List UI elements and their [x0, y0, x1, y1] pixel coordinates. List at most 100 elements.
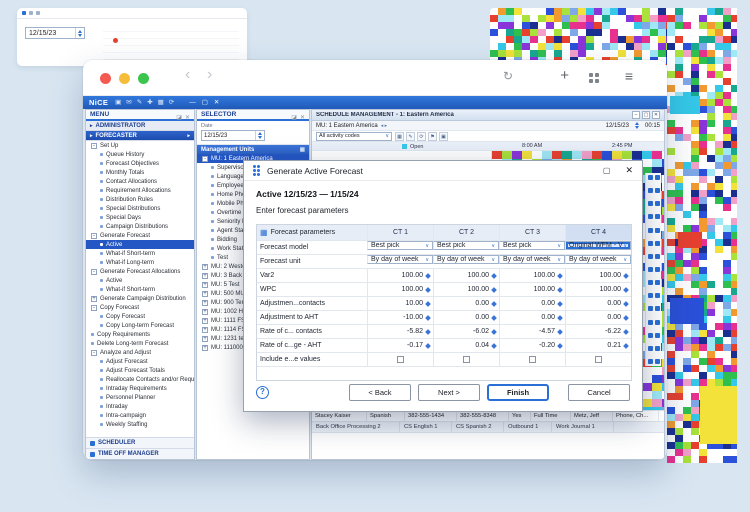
flag-icon[interactable]: ⚑ — [428, 132, 437, 141]
browser-back-button[interactable]: ‹ — [185, 66, 190, 84]
expand-icon[interactable]: + — [202, 300, 208, 306]
pin-icon[interactable]: ◪ — [291, 115, 297, 121]
expand-icon[interactable]: + — [202, 336, 208, 342]
list-icon[interactable]: ▣ — [439, 132, 448, 141]
menu-tree-item[interactable]: Copy Forecast — [86, 312, 194, 321]
number-cell[interactable]: 0.00 — [499, 297, 565, 310]
expand-icon[interactable]: + — [202, 318, 208, 324]
menu-tree-item[interactable]: Personnel Planner — [86, 393, 194, 402]
menu-tree-item[interactable]: What-if Long-term — [86, 258, 194, 267]
checkbox-cell[interactable] — [565, 353, 631, 366]
spinner-icon[interactable] — [623, 343, 629, 349]
spinner-icon[interactable] — [557, 343, 563, 349]
agent-cell[interactable]: Yes — [509, 411, 531, 421]
menu-tree-item[interactable]: Intraday — [86, 402, 194, 411]
spinner-icon[interactable] — [425, 301, 431, 307]
schedule-activity-icon[interactable] — [648, 254, 660, 259]
menu-tree-item[interactable]: What-if Short-term — [86, 249, 194, 258]
next-button[interactable]: Next > — [418, 384, 480, 401]
number-cell[interactable]: 100.00 — [565, 269, 631, 282]
number-cell[interactable]: 0.21 — [565, 339, 631, 352]
dropdown-cell[interactable]: Best pick∨ — [499, 241, 565, 250]
close-icon[interactable]: ✕ — [300, 115, 305, 121]
number-cell[interactable]: -10.00 — [367, 311, 433, 324]
expand-icon[interactable]: - — [91, 269, 97, 275]
minimize-traffic-light[interactable] — [119, 73, 130, 84]
close-icon[interactable]: ✕ — [185, 115, 190, 121]
menu-tree-item[interactable]: Distribution Rules — [86, 195, 194, 204]
app-close-icon[interactable]: ✕ — [214, 96, 219, 109]
dropdown-cell[interactable]: By day of week∨ — [433, 255, 499, 264]
spinner-icon[interactable] — [491, 329, 497, 335]
menu-tree-item[interactable]: +Generate Campaign Distribution — [86, 294, 194, 303]
schedule-activity-icon[interactable] — [648, 293, 660, 298]
menu-tree-item[interactable]: Requirement Allocations — [86, 186, 194, 195]
chevron-down-icon[interactable]: ∨ — [425, 257, 429, 263]
grid-view-icon[interactable]: ▦ — [395, 132, 404, 141]
menu-tree-item[interactable]: What-if Short-term — [86, 285, 194, 294]
date-spinner[interactable] — [255, 131, 264, 140]
dropdown-cell[interactable]: By day of week∨ — [565, 255, 631, 264]
number-cell[interactable]: 100.00 — [565, 283, 631, 296]
schedule-activity-icon[interactable] — [648, 306, 660, 311]
chevron-down-icon[interactable]: ∨ — [623, 243, 627, 249]
spinner-icon[interactable] — [557, 301, 563, 307]
expand-icon[interactable]: + — [202, 345, 208, 351]
grid-icon[interactable]: ▦ — [158, 96, 164, 109]
schedule-activity-icon[interactable] — [648, 241, 660, 246]
schedule-activity-icon[interactable] — [648, 333, 660, 338]
checkbox-cell[interactable] — [499, 353, 565, 366]
spinner-icon[interactable] — [425, 273, 431, 279]
spinner-icon[interactable] — [557, 329, 563, 335]
activity-codes-dropdown[interactable]: All activity codes ∨ — [316, 132, 392, 141]
expand-icon[interactable]: + — [202, 282, 208, 288]
schedule-activity-icon[interactable] — [648, 267, 660, 272]
number-cell[interactable]: 0.00 — [499, 311, 565, 324]
schedule-activity-icon[interactable] — [648, 201, 660, 206]
chevron-down-icon[interactable]: ∨ — [425, 243, 429, 249]
spinner-icon[interactable] — [491, 343, 497, 349]
refresh-icon[interactable]: ⟳ — [417, 132, 426, 141]
number-cell[interactable]: 100.00 — [499, 269, 565, 282]
menu-tree-item[interactable]: Adjust Forecast Totals — [86, 366, 194, 375]
module-time-off-manager[interactable]: TIME OFF MANAGER — [86, 448, 194, 459]
schedule-activity-icon[interactable] — [648, 346, 660, 351]
checkbox[interactable] — [529, 356, 536, 363]
menu-tree-item[interactable]: Intraday Requirements — [86, 384, 194, 393]
spinner-icon[interactable] — [491, 287, 497, 293]
menu-tree-item[interactable]: Contact Allocations — [86, 177, 194, 186]
column-header-ct-1[interactable]: CT 1 — [367, 225, 433, 240]
dialog-close-icon[interactable]: ✕ — [625, 165, 633, 176]
edit-icon[interactable]: ✎ — [406, 132, 415, 141]
menu-tree-item[interactable]: Copy Requirements — [86, 330, 194, 339]
number-cell[interactable]: 100.00 — [433, 269, 499, 282]
close-traffic-light[interactable] — [100, 73, 111, 84]
number-cell[interactable]: -0.17 — [367, 339, 433, 352]
menu-tree-item[interactable]: -Analyze and Adjust — [86, 348, 194, 357]
date-spinner[interactable] — [75, 28, 84, 38]
checkbox[interactable] — [463, 356, 470, 363]
column-header-ct-4[interactable]: CT 4 — [565, 225, 631, 240]
number-cell[interactable]: 0.00 — [433, 297, 499, 310]
number-cell[interactable]: 100.00 — [367, 269, 433, 282]
date-input[interactable]: 12/15/23 — [201, 130, 265, 141]
expand-icon[interactable]: + — [202, 309, 208, 315]
expand-icon[interactable]: + — [202, 291, 208, 297]
menu-tree-item[interactable]: Monthly Totals — [86, 168, 194, 177]
reload-button[interactable]: ↻ — [503, 69, 513, 83]
mail-icon[interactable]: ✉ — [126, 96, 131, 109]
group-cell[interactable]: CS Spanish 2 — [452, 422, 504, 432]
expand-icon[interactable]: + — [202, 327, 208, 333]
chevron-down-icon[interactable]: ∨ — [557, 243, 561, 249]
spinner-icon[interactable] — [425, 329, 431, 335]
spinner-icon[interactable] — [425, 315, 431, 321]
menu-tree-item[interactable]: Active — [86, 240, 194, 249]
number-cell[interactable]: 100.00 — [499, 283, 565, 296]
panel-maximize-icon[interactable]: ▢ — [642, 111, 650, 119]
spinner-icon[interactable] — [623, 273, 629, 279]
expand-icon[interactable]: - — [202, 156, 208, 162]
menu-tree-item[interactable]: -Copy Forecast — [86, 303, 194, 312]
schedule-activity-icon[interactable] — [648, 228, 660, 233]
expand-icon[interactable]: - — [91, 350, 97, 356]
chevron-down-icon[interactable]: ∨ — [491, 257, 495, 263]
